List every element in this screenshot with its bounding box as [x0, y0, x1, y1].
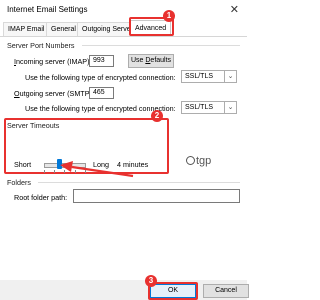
callout-arrow	[60, 161, 134, 178]
callout-badge-3: 3	[145, 275, 157, 287]
internet-email-settings-dialog: Internet Email Settings ✕ IMAP Email Gen…	[0, 0, 249, 300]
cancel-button[interactable]: Cancel	[203, 284, 249, 298]
